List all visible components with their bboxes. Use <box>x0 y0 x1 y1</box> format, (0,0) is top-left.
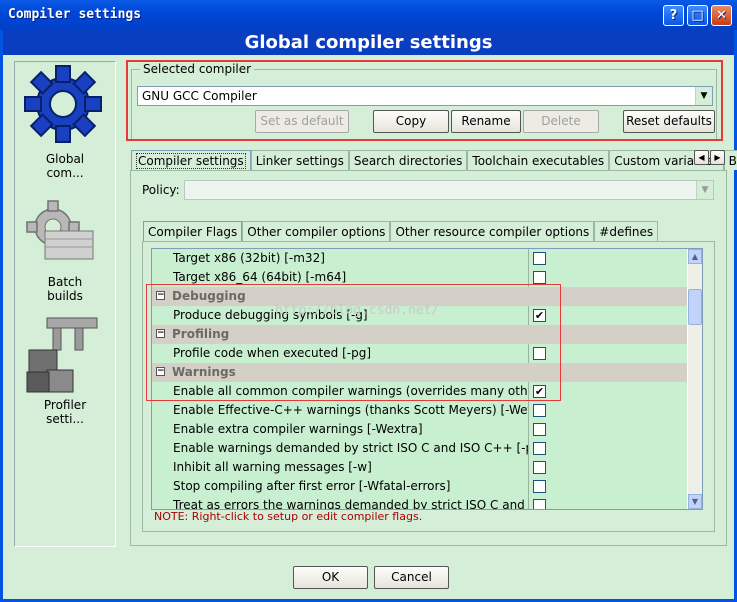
sidebar-item-label: Global <box>45 152 85 166</box>
sidebar-item-label: com... <box>46 166 84 180</box>
tab-build-options[interactable]: Bu <box>723 150 737 170</box>
flag-label: Inhibit all warning messages [-w] <box>173 460 372 474</box>
compiler-settings-window: Compiler settings ? □ ✕ Global compiler … <box>0 0 737 602</box>
maximize-button[interactable]: □ <box>687 5 708 26</box>
highlight-box <box>146 284 561 401</box>
flag-checkbox[interactable] <box>533 404 546 417</box>
sidebar-item-label: builds <box>47 289 83 303</box>
help-button[interactable]: ? <box>663 5 684 26</box>
sidebar-item-label: setti... <box>46 412 84 426</box>
flag-row[interactable]: Stop compiling after first error [-Wfata… <box>152 477 687 496</box>
window-title: Compiler settings <box>8 7 142 22</box>
tab-defines[interactable]: #defines <box>594 221 659 241</box>
main-tabs: Compiler settings Linker settings Search… <box>131 150 737 170</box>
tab-scroll-right-icon[interactable]: ▶ <box>710 150 725 165</box>
policy-select[interactable]: ▼ <box>184 180 714 200</box>
tab-other-compiler-options[interactable]: Other compiler options <box>242 221 391 241</box>
flag-checkbox[interactable] <box>533 423 546 436</box>
cancel-button[interactable]: Cancel <box>374 566 449 589</box>
flag-checkbox[interactable] <box>533 252 546 265</box>
flag-row[interactable]: Inhibit all warning messages [-w] <box>152 458 687 477</box>
row-margin <box>152 439 170 458</box>
flag-checkbox[interactable] <box>533 442 546 455</box>
column-divider <box>528 249 529 268</box>
tab-other-resource-compiler-options[interactable]: Other resource compiler options <box>390 221 595 241</box>
chevron-down-icon[interactable]: ▼ <box>696 181 713 199</box>
sidebar-item-batch-builds[interactable]: Batch builds <box>15 275 115 303</box>
close-button[interactable]: ✕ <box>711 5 732 26</box>
scroll-thumb[interactable] <box>688 289 702 325</box>
tab-search-directories[interactable]: Search directories <box>348 150 468 170</box>
row-margin <box>152 420 170 439</box>
column-divider <box>528 496 529 509</box>
flag-checkbox[interactable] <box>533 461 546 474</box>
flags-scrollbar[interactable]: ▲ ▼ <box>688 249 702 509</box>
column-divider <box>528 458 529 477</box>
row-margin <box>152 249 170 268</box>
column-divider <box>528 401 529 420</box>
flag-row[interactable]: Enable extra compiler warnings [-Wextra] <box>152 420 687 439</box>
profiler-icon[interactable] <box>23 314 103 394</box>
flag-label: Treat as errors the warnings demanded by… <box>173 498 528 510</box>
row-margin <box>152 458 170 477</box>
policy-label: Policy: <box>142 183 180 197</box>
flag-row[interactable]: Enable Effective-C++ warnings (thanks Sc… <box>152 401 687 420</box>
tab-compiler-settings[interactable]: Compiler settings <box>131 150 251 170</box>
sidebar-item-global-compiler[interactable]: Global com... <box>15 152 115 180</box>
flag-checkbox[interactable] <box>533 499 546 509</box>
highlight-box <box>126 60 723 141</box>
flag-checkbox[interactable] <box>533 480 546 493</box>
page-banner: Global compiler settings <box>3 30 734 55</box>
tab-scroll-left-icon[interactable]: ◀ <box>694 150 709 165</box>
flag-checkbox[interactable] <box>533 271 546 284</box>
sidebar-item-label: Profiler <box>43 398 87 412</box>
ok-button[interactable]: OK <box>293 566 368 589</box>
sidebar-item-label: Batch <box>47 275 83 289</box>
sidebar: Global com... Batch builds Profiler sett… <box>14 61 116 547</box>
flag-label: Stop compiling after first error [-Wfata… <box>173 479 451 493</box>
column-divider <box>528 439 529 458</box>
column-divider <box>528 477 529 496</box>
flag-label: Enable Effective-C++ warnings (thanks Sc… <box>173 403 528 417</box>
flag-row[interactable]: Enable warnings demanded by strict ISO C… <box>152 439 687 458</box>
sub-tabs: Compiler Flags Other compiler options Ot… <box>143 221 659 241</box>
flag-label: Enable extra compiler warnings [-Wextra] <box>173 422 423 436</box>
tab-linker-settings[interactable]: Linker settings <box>250 150 349 170</box>
flag-row[interactable]: Target x86 (32bit) [-m32] <box>152 249 687 268</box>
sidebar-item-profiler[interactable]: Profiler setti... <box>15 398 115 426</box>
title-bar[interactable]: Compiler settings ? □ ✕ <box>0 0 737 30</box>
tab-toolchain-executables[interactable]: Toolchain executables <box>467 150 610 170</box>
row-margin <box>152 496 170 509</box>
flag-row[interactable]: Treat as errors the warnings demanded by… <box>152 496 687 510</box>
gear-icon[interactable] <box>23 64 103 144</box>
compiler-flags-note: NOTE: Right-click to setup or edit compi… <box>154 510 423 523</box>
row-margin <box>152 401 170 420</box>
column-divider <box>528 420 529 439</box>
flag-label: Enable warnings demanded by strict ISO C… <box>173 441 528 455</box>
batch-gear-icon[interactable] <box>23 197 103 277</box>
row-margin <box>152 477 170 496</box>
scroll-down-icon[interactable]: ▼ <box>688 494 702 509</box>
scroll-up-icon[interactable]: ▲ <box>688 249 702 264</box>
flag-label: Target x86 (32bit) [-m32] <box>173 251 325 265</box>
tab-compiler-flags[interactable]: Compiler Flags <box>143 221 243 241</box>
